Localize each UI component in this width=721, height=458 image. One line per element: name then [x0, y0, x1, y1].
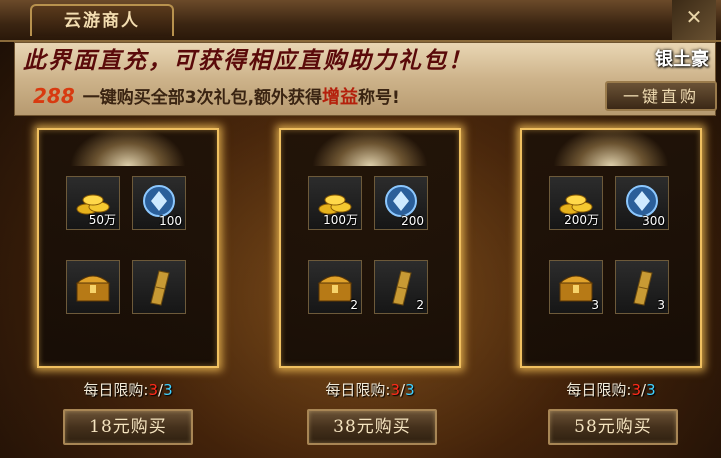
daily-limit-3: 每日限购:3/3 [520, 379, 702, 401]
daily-limit-1: 每日限购:3/3 [37, 379, 219, 401]
treasure-chest-icon [317, 275, 353, 302]
item-qty: 50万 [88, 213, 116, 227]
limit-total: 3 [646, 381, 656, 399]
close-icon[interactable]: ✕ [672, 0, 716, 40]
item-qty: 2 [350, 298, 358, 312]
pack-card-1: 50万 100 [37, 126, 219, 368]
buy-button-1[interactable]: 18元购买 [63, 409, 193, 445]
limit-total: 3 [163, 381, 173, 399]
pack-card-2: 100万 200 2 2 [279, 126, 461, 368]
promo-banner: 此界面直充，可获得相应直购助力礼包！ 银土豪 288 一键购买全部3次礼包,额外获… [14, 42, 717, 116]
item-qty: 2 [416, 298, 424, 312]
item-slot-scroll[interactable] [132, 260, 186, 314]
banner-headline: 此界面直充，可获得相应直购助力礼包！ [23, 47, 473, 74]
promo-highlight: 增益 [322, 87, 359, 108]
wing-crest-icon [312, 126, 428, 166]
wing-crest-icon [70, 126, 186, 166]
item-slot-gold[interactable]: 100万 [308, 176, 362, 230]
item-slot-gold[interactable]: 200万 [549, 176, 603, 230]
golden-scroll-icon [150, 270, 170, 306]
banner-promo-line: 288 一键购买全部3次礼包,额外获得增益称号! [33, 81, 603, 111]
item-qty: 3 [591, 298, 599, 312]
item-qty: 3 [657, 298, 665, 312]
item-qty: 200 [401, 214, 424, 228]
item-slot-gold[interactable]: 50万 [66, 176, 120, 230]
merchant-window: 云游商人 ✕ 此界面直充，可获得相应直购助力礼包！ 银土豪 288 一键购买全部3… [0, 0, 721, 458]
item-slot-gem[interactable]: 200 [374, 176, 428, 230]
golden-scroll-icon [392, 270, 412, 306]
pack-card-3: 200万 300 3 3 [520, 126, 702, 368]
item-slot-gem[interactable]: 100 [132, 176, 186, 230]
item-slot-chest[interactable]: 2 [308, 260, 362, 314]
limit-current: 3 [148, 381, 158, 399]
limit-label: 每日限购: [83, 381, 149, 399]
promo-price: 288 [33, 84, 75, 108]
treasure-chest-icon [75, 275, 111, 302]
item-slot-scroll[interactable]: 3 [615, 260, 669, 314]
item-slot-chest[interactable]: 3 [549, 260, 603, 314]
brand-stamp: 银土豪 [655, 49, 709, 70]
item-slot-chest[interactable] [66, 260, 120, 314]
limit-current: 3 [390, 381, 400, 399]
buy-button-3[interactable]: 58元购买 [548, 409, 678, 445]
limit-label: 每日限购: [325, 381, 391, 399]
item-qty: 300 [642, 214, 665, 228]
onekey-buy-button[interactable]: 一键直购 [605, 81, 717, 111]
daily-limit-2: 每日限购:3/3 [279, 379, 461, 401]
limit-total: 3 [405, 381, 415, 399]
window-title-tab[interactable]: 云游商人 [30, 4, 174, 36]
item-qty: 200万 [564, 213, 599, 227]
wing-crest-icon [553, 126, 669, 166]
item-qty: 100万 [323, 213, 358, 227]
promo-text-after: 称号! [358, 88, 400, 108]
limit-current: 3 [631, 381, 641, 399]
treasure-chest-icon [558, 275, 594, 302]
golden-scroll-icon [633, 270, 653, 306]
item-slot-gem[interactable]: 300 [615, 176, 669, 230]
promo-text-before: 一键购买全部3次礼包,额外获得 [82, 88, 323, 108]
item-slot-scroll[interactable]: 2 [374, 260, 428, 314]
item-qty: 100 [159, 214, 182, 228]
buy-button-2[interactable]: 38元购买 [307, 409, 437, 445]
limit-label: 每日限购: [566, 381, 632, 399]
